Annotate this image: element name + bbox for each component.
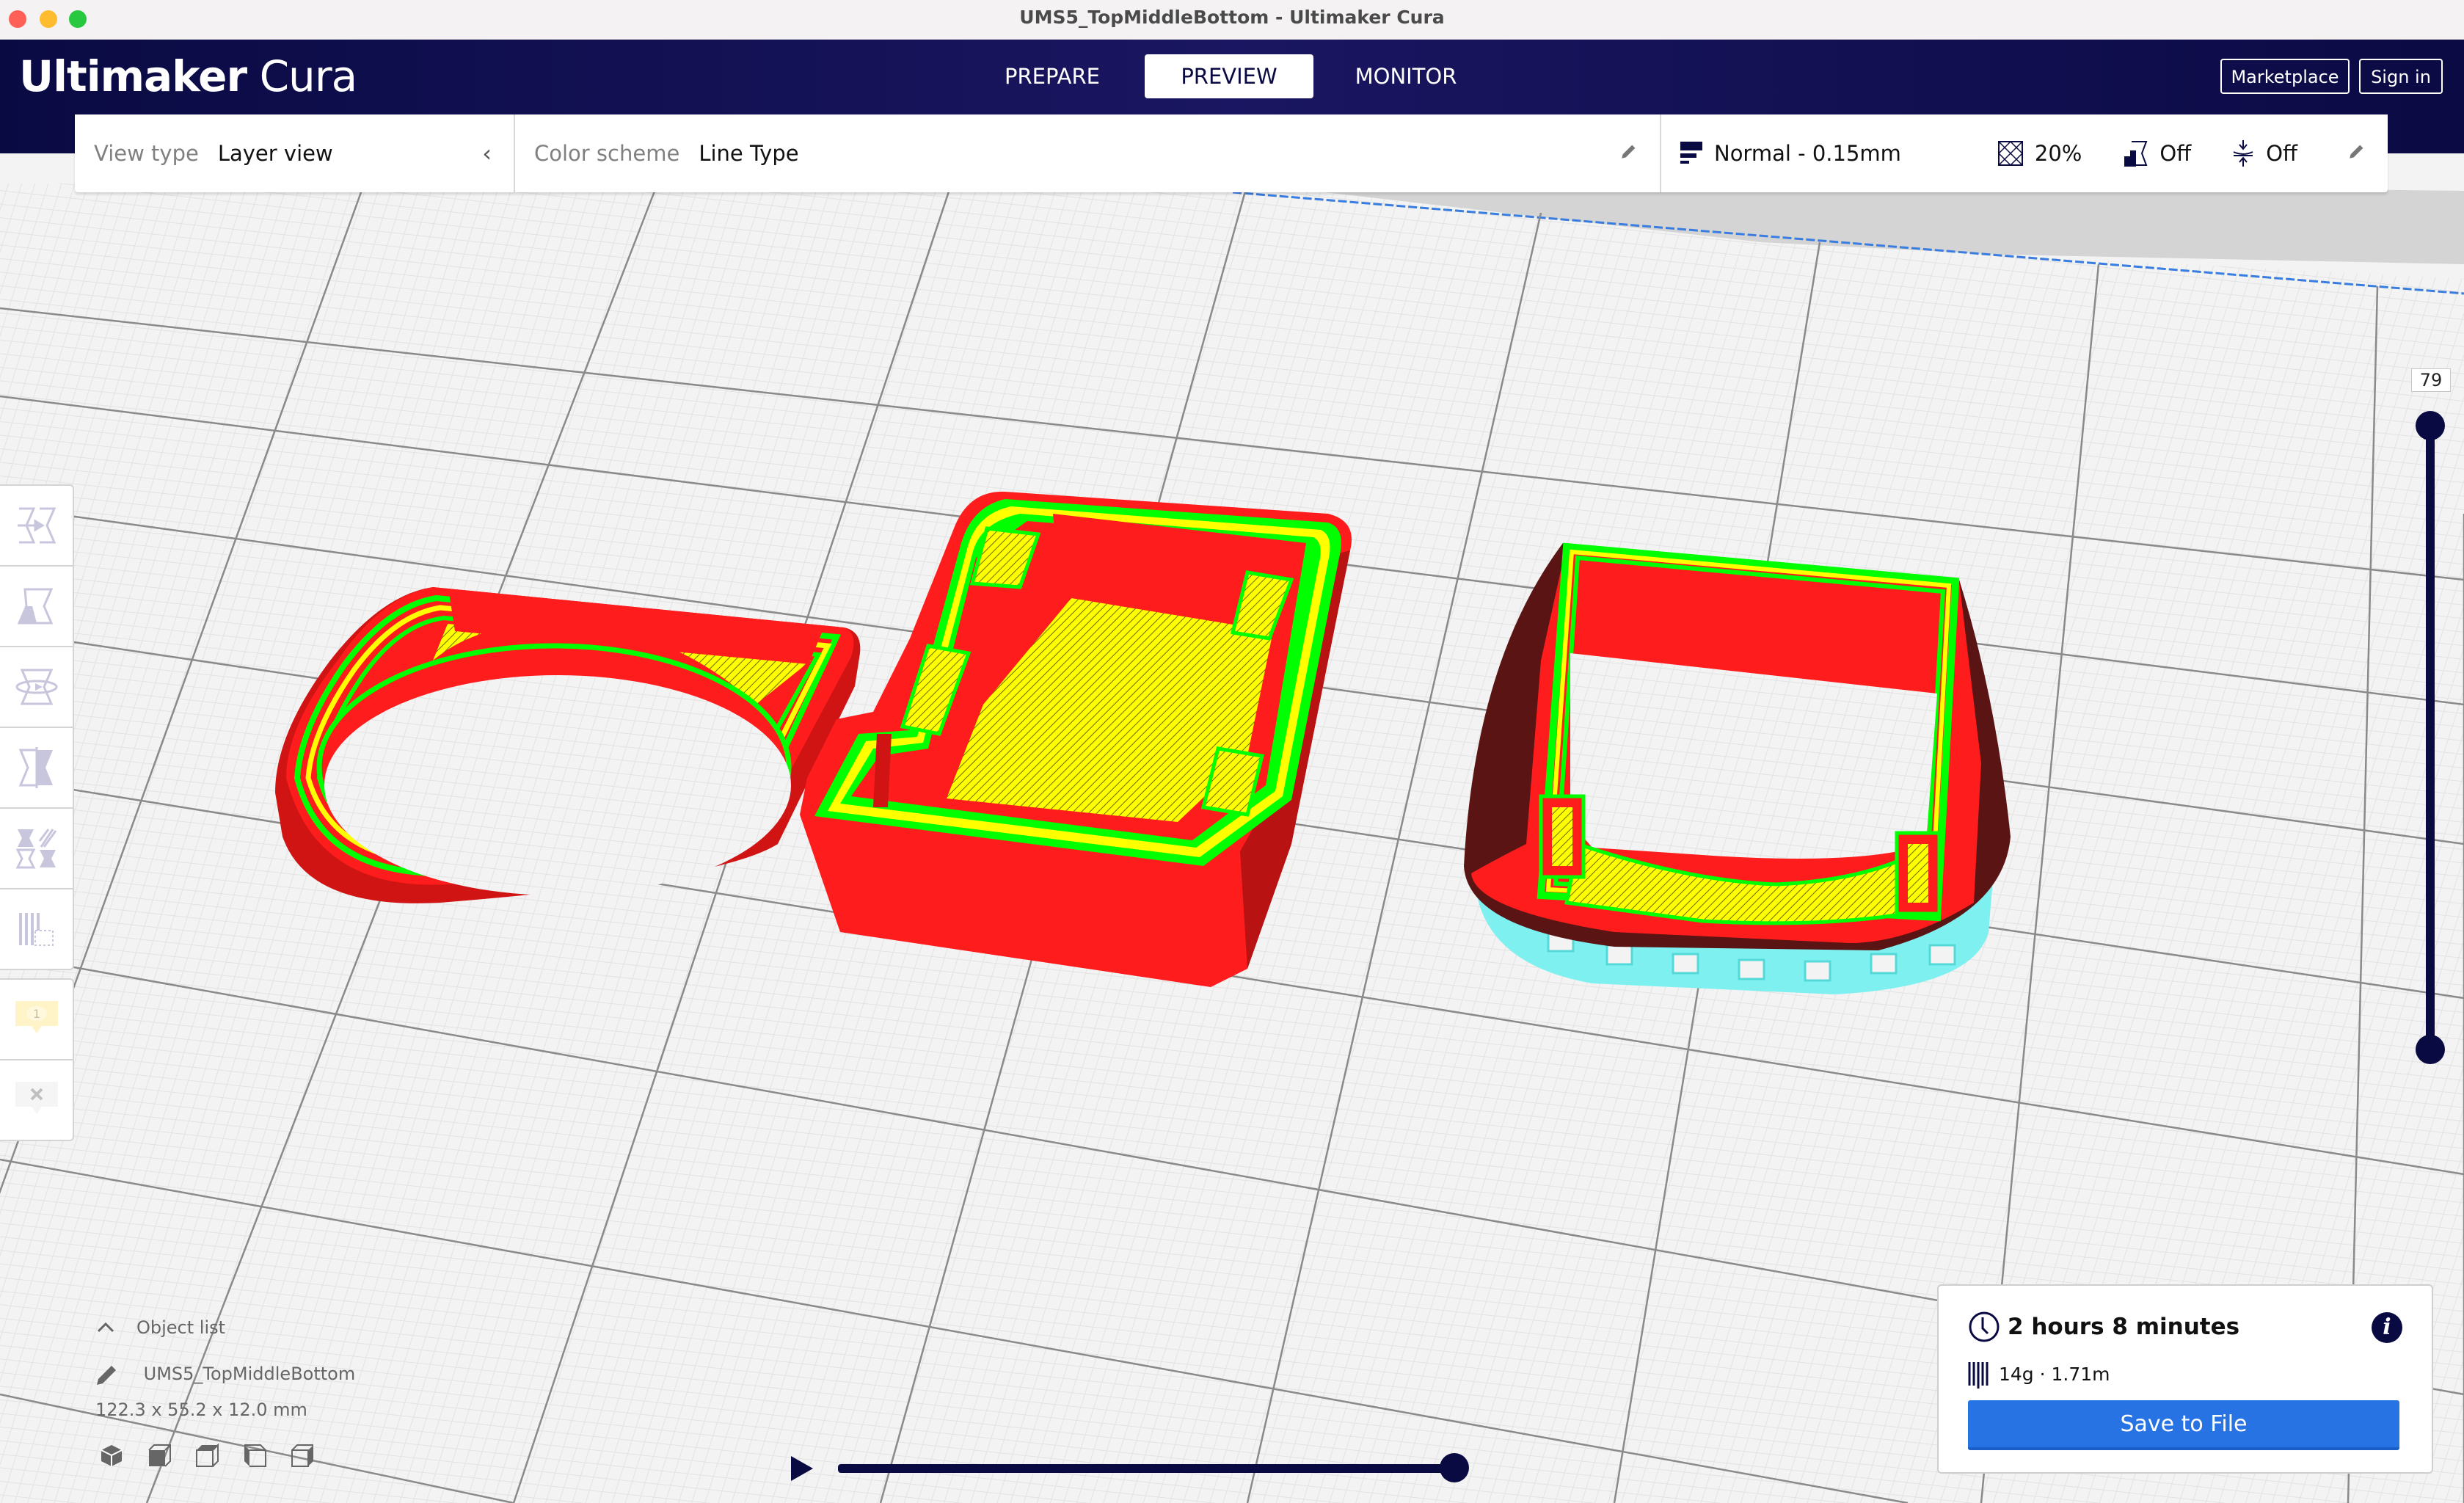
object-list-heading: Object list: [136, 1317, 226, 1338]
layer-slider-track[interactable]: [2426, 426, 2435, 1049]
extruder-panel: 1: [0, 978, 74, 1141]
rotate-icon: [15, 669, 57, 705]
adhesion-setting: Off: [2232, 140, 2297, 167]
scale-tool-button[interactable]: [0, 567, 73, 647]
rotate-tool-button[interactable]: [0, 647, 73, 728]
move-tool-button[interactable]: [0, 486, 73, 567]
logo-ultimaker: Ultimaker: [19, 51, 247, 101]
profile-setting: Normal - 0.15mm: [1680, 141, 1901, 166]
print-info-panel: 2 hours 8 minutes i 14g · 1.71m Save to …: [1937, 1284, 2433, 1474]
path-slider-track[interactable]: [838, 1464, 1454, 1473]
save-to-file-button[interactable]: Save to File: [1968, 1400, 2399, 1450]
print-time: 2 hours 8 minutes: [1968, 1311, 2239, 1343]
sign-in-button[interactable]: Sign in: [2359, 59, 2443, 94]
layer-slider-lower-handle[interactable]: [2416, 1035, 2445, 1064]
camera-view-buttons: [100, 1444, 314, 1467]
layer-slider-upper-handle[interactable]: [2416, 411, 2445, 440]
view-type-label: View type: [94, 141, 199, 166]
view-top-icon[interactable]: [195, 1444, 219, 1467]
object-name: UMS5_TopMiddleBottom: [143, 1364, 356, 1384]
view-type-selector[interactable]: View type Layer view ‹: [75, 114, 515, 192]
extruder-number: 1: [32, 1007, 40, 1021]
chevron-left-icon[interactable]: ‹: [482, 139, 492, 167]
infill-setting: 20%: [1997, 141, 2082, 166]
profile-icon: [1680, 142, 1702, 164]
color-scheme-selector[interactable]: Color scheme Line Type: [515, 114, 1661, 192]
support-icon: [2124, 141, 2148, 167]
tab-prepare[interactable]: PREPARE: [967, 54, 1137, 98]
mirror-icon: [18, 747, 53, 788]
path-slider-handle[interactable]: [1440, 1453, 1469, 1482]
pencil-icon: [97, 1366, 116, 1385]
view-3d-icon[interactable]: [100, 1444, 123, 1467]
window-title-bar: UMS5_TopMiddleBottom - Ultimaker Cura: [0, 0, 2464, 40]
mirror-tool-button[interactable]: [0, 728, 73, 809]
view-type-value: Layer view: [217, 141, 333, 166]
infill-icon: [1997, 141, 2023, 166]
per-model-settings-tool-button[interactable]: [0, 809, 73, 889]
print-settings-selector[interactable]: Normal - 0.15mm 20% Off Off: [1661, 114, 2388, 192]
adhesion-value: Off: [2266, 141, 2297, 166]
object-dimensions: 122.3 x 55.2 x 12.0 mm: [95, 1400, 307, 1420]
extruder-disabled-button[interactable]: [0, 1060, 73, 1140]
move-icon: [17, 507, 56, 544]
color-scheme-label: Color scheme: [534, 141, 680, 166]
material-usage: 14g · 1.71m: [1968, 1359, 2110, 1389]
material-usage-value: 14g · 1.71m: [1999, 1363, 2110, 1385]
support-setting: Off: [2123, 140, 2191, 167]
logo-cura: Cura: [259, 51, 358, 101]
current-layer-label: 79: [2411, 368, 2451, 392]
model-bottom-part[interactable]: [1464, 542, 2011, 994]
chevron-up-icon: [97, 1322, 114, 1333]
profile-value: Normal - 0.15mm: [1714, 141, 1901, 166]
extruder-1-button[interactable]: 1: [0, 980, 73, 1060]
stage-tabs: PREPARE PREVIEW MONITOR: [967, 54, 1491, 98]
print-time-value: 2 hours 8 minutes: [2008, 1314, 2240, 1340]
clock-icon: [1969, 1311, 2000, 1342]
tool-panel: [0, 484, 74, 970]
extruder-icon: 1: [15, 1001, 58, 1033]
scale-icon: [17, 588, 53, 625]
play-icon[interactable]: [791, 1456, 813, 1481]
tab-preview[interactable]: PREVIEW: [1145, 54, 1313, 98]
infill-value: 20%: [2034, 141, 2082, 166]
window-title: UMS5_TopMiddleBottom - Ultimaker Cura: [1019, 7, 1445, 28]
adhesion-icon: [2233, 140, 2253, 167]
info-icon[interactable]: i: [2372, 1312, 2402, 1343]
per-model-settings-icon: [15, 829, 57, 869]
view-right-icon[interactable]: [291, 1444, 314, 1467]
object-list-toggle[interactable]: Object list: [95, 1317, 225, 1338]
filament-icon: [1968, 1362, 1989, 1389]
view-settings-toolbar: View type Layer view ‹ Color scheme Line…: [75, 114, 2388, 192]
support-value: Off: [2159, 141, 2192, 166]
object-list-panel: Object list UMS5_TopMiddleBottom 122.3 x…: [95, 1317, 355, 1467]
support-blocker-icon: [18, 913, 54, 946]
pencil-icon[interactable]: [2347, 141, 2367, 161]
support-blocker-tool-button[interactable]: [0, 889, 73, 969]
pencil-icon[interactable]: [1619, 141, 1639, 161]
view-left-icon[interactable]: [243, 1444, 266, 1467]
tab-monitor[interactable]: MONITOR: [1321, 54, 1491, 98]
app-logo: Ultimaker Cura: [19, 51, 357, 101]
marketplace-button[interactable]: Marketplace: [2220, 59, 2350, 94]
color-scheme-value: Line Type: [699, 141, 799, 166]
close-icon: [15, 1082, 58, 1114]
view-front-icon[interactable]: [147, 1444, 171, 1467]
object-name-row[interactable]: UMS5_TopMiddleBottom: [95, 1363, 462, 1386]
